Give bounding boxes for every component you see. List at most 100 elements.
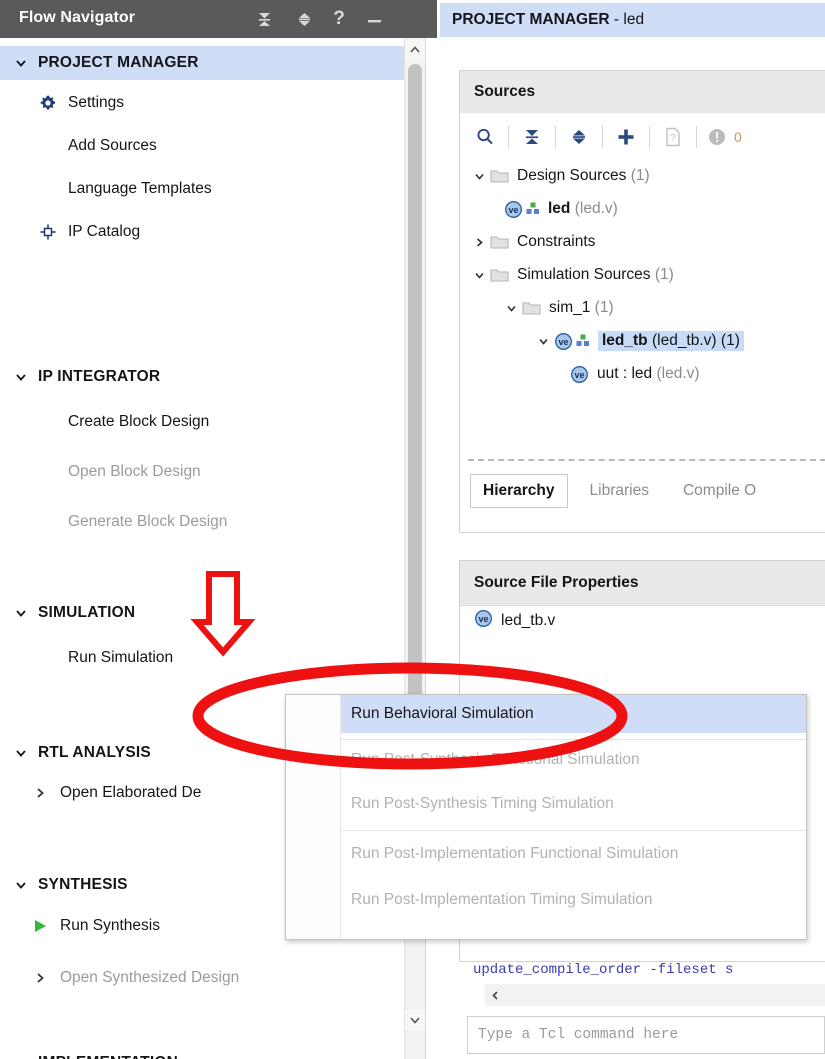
folder-icon [488, 234, 510, 250]
sidebar-section-project-manager[interactable]: PROJECT MANAGER [0, 46, 404, 80]
module-blocks-icon [525, 202, 541, 216]
sidebar-item-label: Run Simulation [68, 649, 174, 666]
chevron-down-icon[interactable] [534, 335, 552, 348]
menu-item-run-post-implementation-functional-simulation[interactable]: Run Post-Implementation Functional Simul… [341, 835, 806, 873]
properties-file-row[interactable]: ve led_tb.v [474, 609, 555, 633]
tree-row-label: Design Sources (1) [517, 167, 650, 184]
tree-row-label: led_tb (led_tb.v) (1) [598, 331, 744, 351]
ip-catalog-icon [36, 223, 60, 241]
context-menu-gutter [286, 695, 341, 939]
scroll-left-arrow-icon[interactable] [485, 990, 505, 1001]
chevron-down-icon [10, 746, 32, 760]
tree-row[interactable]: ve led_tb (led_tb.v) (1) [534, 326, 744, 356]
tcl-horizontal-scrollbar[interactable] [485, 984, 825, 1006]
menu-item-label: Run Post-Implementation Timing Simulatio… [351, 891, 653, 908]
tree-row[interactable]: Simulation Sources (1) [470, 260, 674, 290]
chevron-down-icon[interactable] [502, 302, 520, 315]
chevron-down-icon[interactable] [470, 269, 488, 282]
sources-toolbar: ? 0 [460, 113, 825, 161]
menu-item-run-post-synthesis-timing-simulation[interactable]: Run Post-Synthesis Timing Simulation [341, 785, 806, 823]
sidebar-section-label: PROJECT MANAGER [38, 54, 199, 71]
minimize-icon[interactable] [363, 8, 385, 30]
chevron-down-icon[interactable] [470, 170, 488, 183]
sidebar-section-label: IMPLEMENTATION [38, 1054, 178, 1059]
sidebar-item-label: Open Elaborated De [60, 784, 202, 801]
expand-all-icon[interactable] [293, 8, 315, 30]
tab-compile-order[interactable]: Compile O [671, 475, 768, 507]
tree-row-label: Simulation Sources (1) [517, 266, 674, 283]
tree-row-label: led (led.v) [548, 200, 618, 217]
tcl-console: update_compile_order -fileset s Type a T… [459, 962, 825, 1057]
sidebar-section-label: SYNTHESIS [38, 876, 128, 893]
menu-item-run-behavioral-simulation[interactable]: Run Behavioral Simulation [341, 695, 806, 733]
verilog-icon: ve [552, 332, 574, 351]
toolbar-separator [555, 126, 556, 148]
sidebar-item-add-sources[interactable]: Add Sources [0, 131, 404, 161]
expand-all-icon[interactable] [562, 120, 596, 154]
sidebar-section-implementation[interactable]: IMPLEMENTATION [0, 1046, 404, 1059]
svg-text:ve: ve [574, 370, 584, 380]
sidebar-item-label: Generate Block Design [68, 513, 228, 530]
file-help-icon[interactable]: ? [656, 120, 690, 154]
sidebar-item-label: IP Catalog [68, 223, 141, 240]
gear-icon [36, 94, 60, 112]
tab-hierarchy[interactable]: Hierarchy [470, 474, 568, 508]
flow-navigator-titlebar: Flow Navigator ? [0, 0, 437, 38]
sidebar-item-label: Language Templates [68, 180, 212, 197]
sidebar-section-label: RTL ANALYSIS [38, 744, 151, 761]
tree-row[interactable]: ve led (led.v) [502, 194, 618, 224]
verilog-plain-icon: ve [474, 609, 493, 633]
tree-row[interactable]: Design Sources (1) [470, 161, 650, 191]
folder-icon [520, 300, 542, 316]
tree-row-label: sim_1 (1) [549, 299, 614, 316]
sidebar-section-ip-integrator[interactable]: IP INTEGRATOR [0, 360, 404, 394]
collapse-all-icon[interactable] [515, 120, 549, 154]
tree-row-label: uut : led (led.v) [597, 365, 700, 382]
sidebar-item-label: Open Block Design [68, 463, 201, 480]
svg-text:ve: ve [478, 614, 488, 624]
svg-text:ve: ve [508, 205, 518, 215]
collapse-all-icon[interactable] [253, 8, 275, 30]
status-badge[interactable]: 0 [707, 127, 742, 147]
tree-row[interactable]: ve uut : led (led.v) [568, 359, 700, 389]
tree-row[interactable]: sim_1 (1) [502, 293, 614, 323]
sidebar-section-label: SIMULATION [38, 604, 136, 621]
toolbar-separator [508, 126, 509, 148]
toolbar-separator [602, 126, 603, 148]
sidebar-item-settings[interactable]: Settings [0, 88, 404, 118]
sidebar-item-open-synthesized-design[interactable]: Open Synthesized Design [0, 963, 404, 993]
verilog-icon: ve [502, 200, 524, 219]
sidebar-item-generate-block-design[interactable]: Generate Block Design [0, 507, 404, 537]
play-icon [28, 918, 52, 934]
sources-tabs: Hierarchy Libraries Compile O [460, 469, 825, 513]
toolbar-separator [649, 126, 650, 148]
sidebar-section-simulation[interactable]: SIMULATION [0, 596, 404, 630]
tcl-command-input[interactable]: Type a Tcl command here [467, 1016, 825, 1054]
menu-item-run-post-implementation-timing-simulation[interactable]: Run Post-Implementation Timing Simulatio… [341, 881, 806, 919]
sidebar-item-language-templates[interactable]: Language Templates [0, 174, 404, 204]
sidebar-item-create-block-design[interactable]: Create Block Design [0, 407, 404, 437]
tcl-input-placeholder: Type a Tcl command here [478, 1027, 679, 1043]
tree-row[interactable]: Constraints [470, 227, 595, 257]
menu-separator [341, 739, 806, 740]
scroll-up-arrow-icon[interactable] [405, 40, 425, 60]
scrollbar-thumb[interactable] [408, 64, 422, 704]
sidebar-section-label: IP INTEGRATOR [38, 368, 161, 385]
project-manager-titlebar: PROJECT MANAGER - led [440, 3, 825, 37]
tab-libraries[interactable]: Libraries [578, 475, 661, 507]
menu-item-run-post-synthesis-functional-simulation[interactable]: Run Post-Synthesis Functional Simulation [341, 741, 806, 779]
verilog-plain-icon: ve [568, 365, 590, 384]
page-title: PROJECT MANAGER - led [452, 11, 644, 29]
help-icon[interactable]: ? [328, 8, 350, 30]
search-icon[interactable] [468, 120, 502, 154]
menu-item-label: Run Behavioral Simulation [351, 705, 534, 722]
chevron-right-icon[interactable] [470, 236, 488, 249]
sidebar-item-label: Run Synthesis [60, 917, 160, 934]
sidebar-item-ip-catalog[interactable]: IP Catalog [0, 217, 404, 247]
add-sources-icon[interactable] [609, 120, 643, 154]
sidebar-item-run-simulation[interactable]: Run Simulation [0, 643, 404, 673]
sidebar-item-open-block-design[interactable]: Open Block Design [0, 457, 404, 487]
warning-icon [709, 129, 725, 145]
sources-title: Sources [474, 83, 536, 100]
scroll-down-arrow-icon[interactable] [405, 1010, 425, 1030]
